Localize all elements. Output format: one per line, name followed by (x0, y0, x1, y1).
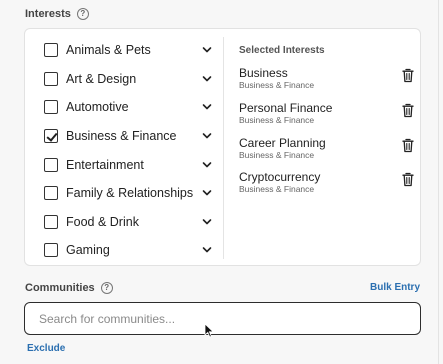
interests-heading: Interests ? (25, 8, 89, 20)
category-label: Gaming (66, 243, 110, 258)
selected-interest-item: Career Planning Business & Finance (239, 136, 414, 171)
selected-interests-title: Selected Interests (239, 45, 325, 56)
chevron-down-icon[interactable] (202, 131, 212, 141)
checkbox[interactable] (44, 186, 58, 201)
trash-icon[interactable] (402, 138, 414, 153)
selected-interest-category: Business & Finance (239, 184, 315, 195)
chevron-down-icon[interactable] (202, 188, 212, 198)
bulk-entry-link[interactable]: Bulk Entry (370, 282, 420, 293)
question-circle-icon[interactable]: ? (100, 282, 113, 294)
category-item[interactable]: Animals & Pets (44, 36, 212, 65)
checkbox[interactable] (44, 214, 58, 229)
selected-interest-item: Personal Finance Business & Finance (239, 101, 414, 136)
chevron-down-icon[interactable] (202, 102, 212, 112)
category-item[interactable]: Automotive (44, 93, 212, 122)
interests-communities-panel: Interests ? Animals & Pets Art & Design Au… (0, 0, 443, 364)
selected-interest-category: Business & Finance (239, 114, 315, 125)
category-list: Animals & Pets Art & Design Automotive Busi… (44, 36, 212, 265)
category-item[interactable]: Food & Drink (44, 208, 212, 237)
category-item[interactable]: Family & Relationships (44, 179, 212, 208)
communities-search-input[interactable] (24, 302, 421, 335)
exclude-link[interactable]: Exclude (27, 343, 65, 354)
trash-icon[interactable] (402, 68, 414, 83)
selected-interest-item: Cryptocurrency Business & Finance (239, 170, 414, 205)
communities-heading: Communities ? (25, 282, 113, 294)
category-label: Family & Relationships (66, 186, 194, 201)
selected-interest-category: Business & Finance (239, 149, 315, 160)
checkbox[interactable] (44, 43, 58, 58)
checkbox[interactable] (44, 243, 58, 258)
interests-box: Animals & Pets Art & Design Automotive Busi… (24, 28, 421, 266)
category-label: Automotive (66, 100, 129, 115)
question-circle-icon[interactable]: ? (76, 8, 89, 20)
category-label: Animals & Pets (66, 43, 151, 58)
category-label: Business & Finance (66, 129, 177, 144)
checkbox[interactable] (44, 100, 58, 115)
category-label: Entertainment (66, 157, 144, 172)
selected-interest-name: Business (239, 66, 288, 80)
chevron-down-icon[interactable] (202, 74, 212, 84)
chevron-down-icon[interactable] (202, 160, 212, 170)
selected-interest-category: Business & Finance (239, 80, 315, 90)
category-item[interactable]: Entertainment (44, 150, 212, 179)
category-item[interactable]: Art & Design (44, 65, 212, 94)
selected-interest-name: Career Planning (239, 135, 326, 150)
checkbox[interactable] (44, 157, 58, 172)
trash-icon[interactable] (402, 172, 414, 187)
chevron-down-icon[interactable] (202, 245, 212, 255)
category-label: Art & Design (66, 71, 137, 86)
panel-edge-divider (438, 0, 439, 364)
category-label: Food & Drink (66, 214, 139, 229)
trash-icon[interactable] (402, 103, 414, 118)
chevron-down-icon[interactable] (202, 45, 212, 55)
selected-interests-list: Business Business & Finance Personal Finan… (239, 66, 414, 205)
selected-interest-name: Cryptocurrency (239, 170, 321, 185)
mouse-pointer-icon (204, 323, 214, 338)
category-item[interactable]: Business & Finance (44, 122, 212, 151)
checkbox[interactable] (44, 71, 58, 86)
selected-interest-item: Business Business & Finance (239, 66, 414, 101)
chevron-down-icon[interactable] (202, 217, 212, 227)
interests-label: Interests (25, 8, 71, 20)
column-divider (223, 37, 224, 259)
communities-label: Communities (25, 282, 95, 294)
selected-interest-name: Personal Finance (239, 100, 333, 115)
checkbox[interactable] (44, 129, 58, 144)
category-item[interactable]: Gaming (44, 236, 212, 265)
